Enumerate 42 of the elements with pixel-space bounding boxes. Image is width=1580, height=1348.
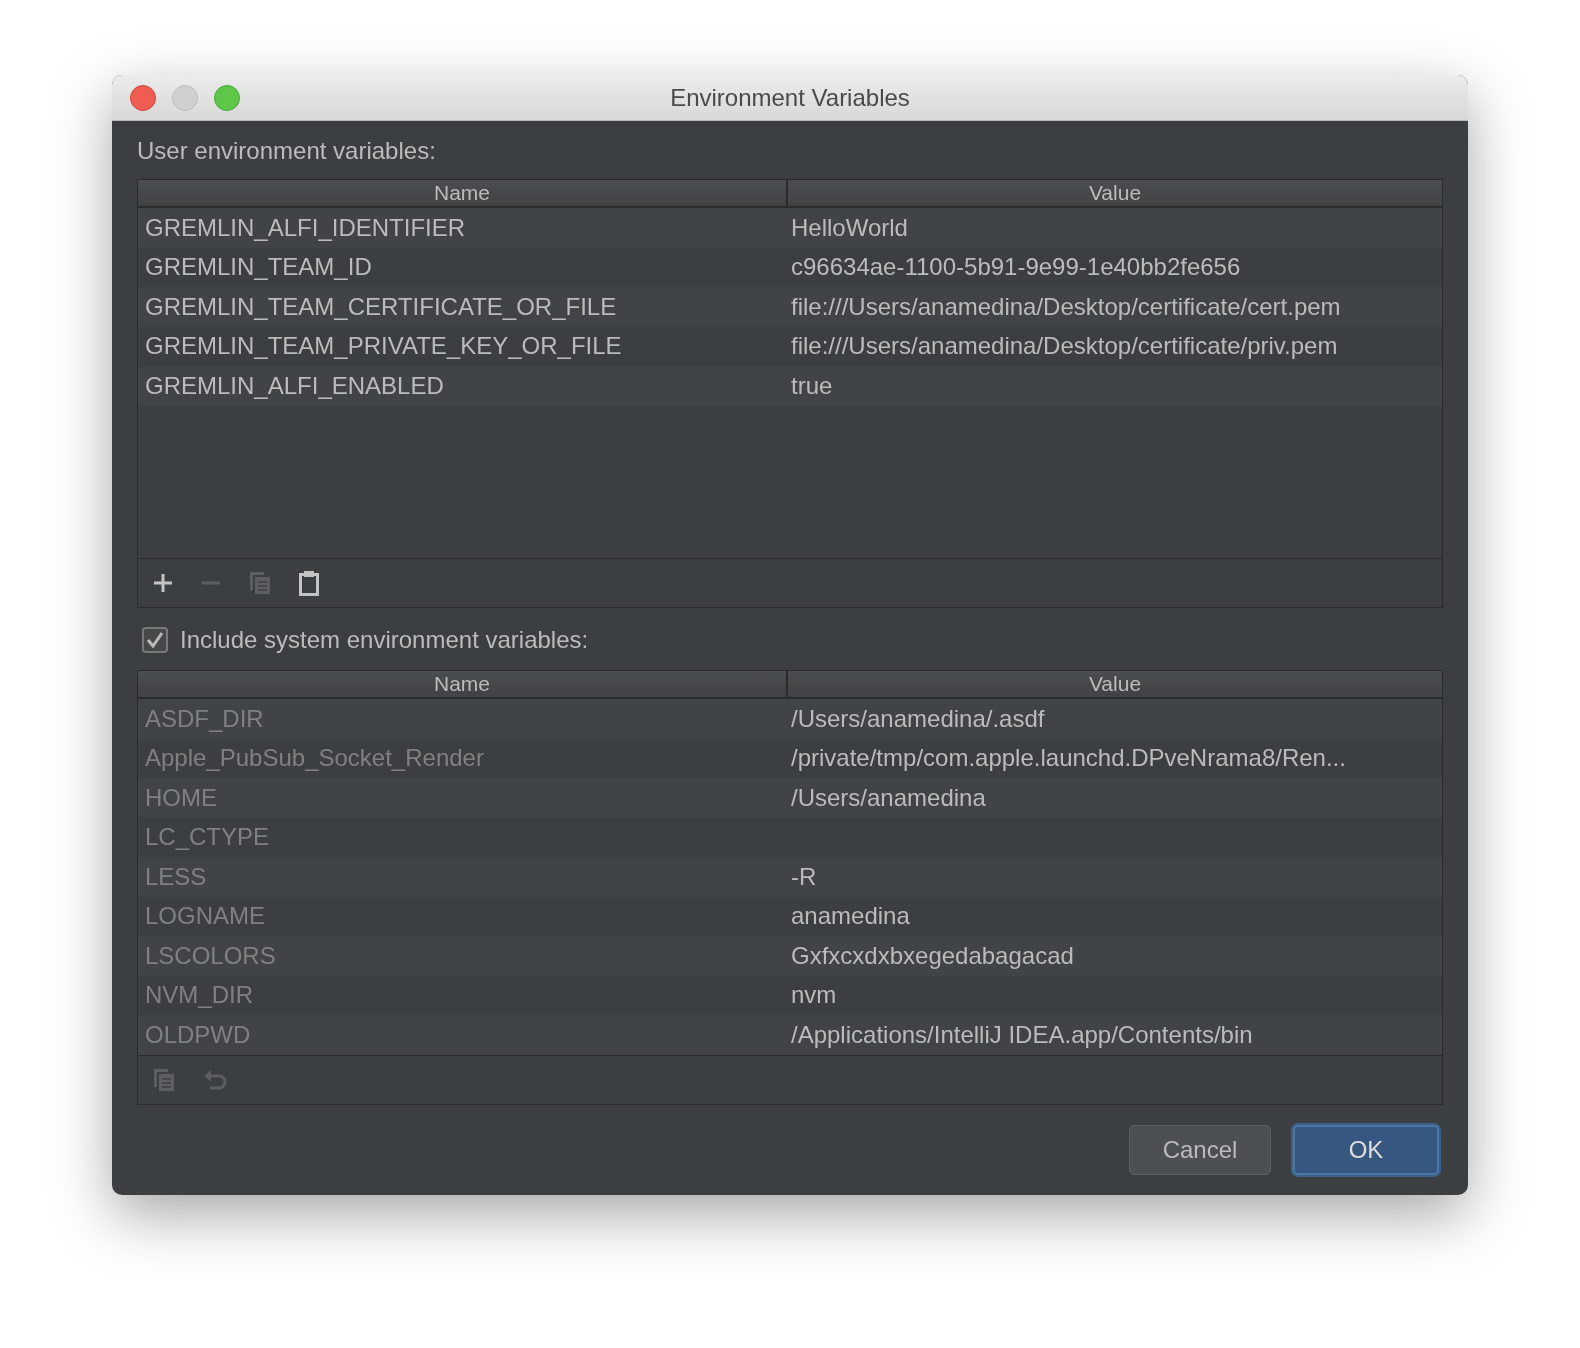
table-cell-text: GREMLIN_TEAM_ID — [144, 253, 372, 282]
window-title: Environment Variables — [670, 83, 910, 112]
cancel-button[interactable]: Cancel — [1129, 1124, 1271, 1175]
table-cell-text: -R — [790, 862, 817, 891]
table-cell-text: /private/tmp/com.apple.launchd.DPveNrama8/Ren... — [790, 744, 1346, 773]
table-cell-text: LOGNAME — [144, 902, 266, 931]
table-cell-text: /Users/anamedina/.asdf — [790, 704, 1045, 733]
checkbox[interactable] — [142, 627, 168, 653]
table-cell-text: file:///Users/anamedina/Desktop/certificate/cert.pem — [790, 292, 1341, 321]
table-cell-text: file:///Users/anamedina/Desktop/certificate/priv.pem — [790, 332, 1338, 361]
table-cell-text: GREMLIN_TEAM_CERTIFICATE_OR_FILE — [144, 292, 617, 321]
table-cell-text: Apple_PubSub_Socket_Render — [144, 744, 484, 773]
table-cell-text: true — [790, 371, 833, 400]
table-cell-text: nvm — [790, 981, 837, 1010]
section-label: User environment variables: — [137, 137, 436, 165]
paste-icon[interactable] — [298, 570, 320, 596]
table-cell-text: OLDPWD — [144, 1020, 251, 1049]
table-cell-text: LC_CTYPE — [144, 823, 270, 852]
table-cell-text: NVM_DIR — [144, 981, 253, 1010]
column-header[interactable]: Name — [138, 180, 786, 206]
table-cell-text: GREMLIN_ALFI_ENABLED — [144, 371, 444, 400]
minimize-button[interactable] — [172, 84, 198, 111]
column-header[interactable]: Name — [138, 671, 786, 697]
table-cell-text: anamedina — [790, 902, 910, 931]
close-button[interactable] — [130, 84, 156, 111]
table-cell-text: /Users/anamedina — [790, 783, 986, 812]
table-cell-text: /Applications/IntelliJ IDEA.app/Contents/bin — [790, 1020, 1253, 1049]
zoom-button[interactable] — [214, 84, 240, 111]
table-cell-text: HelloWorld — [790, 213, 908, 242]
column-header[interactable]: Value — [786, 671, 1442, 697]
table-cell-text: GREMLIN_ALFI_IDENTIFIER — [144, 213, 466, 242]
table-cell-text: ASDF_DIR — [144, 704, 264, 733]
add-icon[interactable] — [152, 572, 174, 594]
table-cell-text: LESS — [144, 862, 207, 891]
ok-button[interactable]: OK — [1293, 1124, 1439, 1175]
table-cell-text: LSCOLORS — [144, 941, 276, 970]
checkbox-label[interactable]: Include system environment variables: — [180, 626, 589, 654]
table-cell-text: Gxfxcxdxbxegedabagacad — [790, 941, 1074, 970]
column-header[interactable]: Value — [786, 180, 1442, 206]
table-cell-text: GREMLIN_TEAM_PRIVATE_KEY_OR_FILE — [144, 332, 622, 361]
table-cell-text: HOME — [144, 783, 217, 812]
table-cell-text: c96634ae-1100-5b91-9e99-1e40bb2fe656 — [790, 253, 1241, 282]
